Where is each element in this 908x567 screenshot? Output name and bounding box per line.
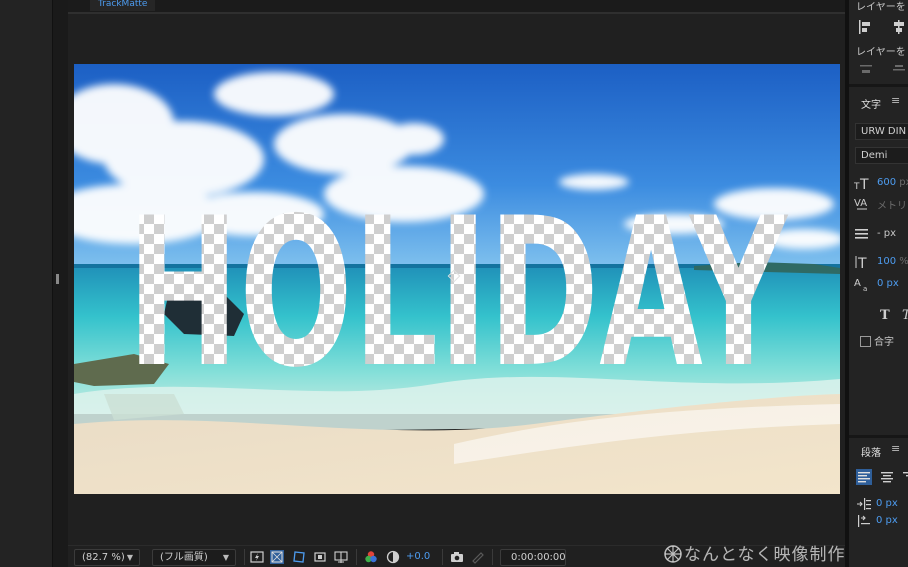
- exposure-reset-icon[interactable]: [386, 550, 400, 564]
- align-text-right-icon[interactable]: [901, 469, 908, 485]
- region-of-interest-icon[interactable]: [313, 550, 327, 564]
- font-size-icon: T T: [854, 177, 869, 191]
- panel-divider-left[interactable]: [52, 0, 68, 567]
- panel-menu-icon[interactable]: ≡: [891, 442, 900, 455]
- vertical-scale-number: 100: [877, 256, 897, 267]
- leading-icon: [855, 229, 868, 239]
- svg-text:T: T: [857, 256, 867, 270]
- tab-trackmatte[interactable]: TrackMatte: [90, 0, 156, 11]
- align-left-icon[interactable]: [858, 19, 874, 35]
- ligature-checkbox[interactable]: 合字: [860, 333, 894, 348]
- fast-preview-icon[interactable]: [250, 550, 264, 564]
- kerning-value[interactable]: メトリ: [877, 197, 907, 212]
- align-horizontal-center-icon[interactable]: [891, 19, 907, 35]
- panel-separator: [849, 435, 908, 438]
- baseline-shift-value[interactable]: 0 px: [877, 278, 899, 289]
- exposure-value[interactable]: +0.0: [406, 551, 430, 562]
- faux-bold-icon[interactable]: T: [877, 306, 893, 322]
- indent-first-line-value[interactable]: 0 px: [876, 515, 898, 526]
- watermark-text: なんとなく映像制作: [684, 545, 846, 565]
- vertical-scale-icon: T: [855, 256, 867, 270]
- vertical-scale-unit: %: [899, 256, 908, 267]
- faux-italic-icon[interactable]: T: [899, 306, 908, 322]
- zoom-value: (82.7 %): [82, 552, 125, 563]
- toolbar-separator: [492, 549, 493, 565]
- svg-text:T: T: [902, 308, 908, 322]
- distribute-center-icon[interactable]: [891, 62, 907, 78]
- baseline-shift-icon: A a: [854, 278, 867, 292]
- timecode-field[interactable]: 0:00:00:00: [500, 549, 566, 566]
- composition-viewer: TrackMatte HOLIDAY (82.7 %) ▼ (フル画質) ▼ +…: [68, 0, 845, 567]
- mask-visibility-icon[interactable]: [292, 550, 306, 564]
- toolbar-separator: [356, 549, 357, 565]
- align-text-left-icon[interactable]: [856, 469, 872, 485]
- distribute-layers-label: レイヤーを: [856, 47, 906, 58]
- align-text-center-icon[interactable]: [879, 469, 895, 485]
- svg-text:T: T: [880, 308, 890, 322]
- beach-holiday-image: HOLIDAY: [74, 64, 840, 494]
- toolbar-separator: [244, 549, 245, 565]
- baseline-shift-number: 0 px: [877, 278, 899, 289]
- chevron-down-icon: ▼: [222, 553, 229, 562]
- toolbar-separator: [442, 549, 443, 565]
- zoom-dropdown[interactable]: (82.7 %) ▼: [74, 549, 140, 566]
- grid-guides-icon[interactable]: [334, 550, 348, 564]
- watermark: なんとなく映像制作: [664, 540, 846, 565]
- paragraph-panel-title: 段落: [861, 448, 881, 459]
- distribute-top-icon[interactable]: [858, 62, 874, 78]
- holiday-matte-text: HOLIDAY: [127, 175, 789, 413]
- font-family-dropdown[interactable]: URW DIN C: [855, 123, 908, 140]
- vertical-scale-value[interactable]: 100 %: [877, 256, 908, 267]
- project-panel: [0, 0, 52, 567]
- indent-first-line-icon: [858, 515, 870, 527]
- indent-left-icon: [857, 498, 871, 510]
- viewer-tab-bar: TrackMatte: [68, 0, 845, 14]
- svg-text:a: a: [863, 285, 867, 292]
- kerning-icon: VA: [854, 198, 867, 210]
- font-size-number: 600: [877, 177, 897, 188]
- svg-text:A: A: [854, 278, 861, 289]
- svg-text:T: T: [859, 177, 869, 191]
- show-snapshot-icon[interactable]: [471, 550, 485, 564]
- ligature-label: 合字: [874, 337, 894, 348]
- font-size-unit: px: [899, 177, 908, 188]
- font-style-dropdown[interactable]: Demi: [855, 147, 908, 164]
- leading-value[interactable]: - px: [877, 228, 896, 239]
- resolution-dropdown[interactable]: (フル画質) ▼: [152, 549, 236, 566]
- align-layers-label: レイヤーを: [856, 2, 906, 13]
- panel-menu-icon[interactable]: ≡: [891, 94, 900, 107]
- composition-canvas[interactable]: HOLIDAY: [74, 64, 840, 494]
- resize-grip[interactable]: [56, 274, 59, 284]
- color-channel-icon[interactable]: [364, 550, 378, 564]
- chevron-down-icon: ▼: [126, 553, 133, 562]
- svg-text:VA: VA: [854, 198, 867, 209]
- camera-snapshot-icon[interactable]: [450, 550, 464, 564]
- character-panel-title: 文字: [861, 100, 881, 111]
- panel-separator: [849, 84, 908, 87]
- transparency-grid-icon[interactable]: [270, 550, 284, 564]
- watermark-logo-icon: [664, 545, 682, 563]
- resolution-value: (フル画質): [160, 552, 208, 563]
- ligature-checkbox-box[interactable]: [860, 336, 871, 347]
- font-size-value[interactable]: 600 px: [877, 177, 908, 188]
- timecode-value: 0:00:00:00: [511, 552, 566, 563]
- right-panels: レイヤーを レイヤーを 文字 ≡ URW DIN C Demi T T 600 …: [849, 0, 908, 567]
- indent-left-value[interactable]: 0 px: [876, 498, 898, 509]
